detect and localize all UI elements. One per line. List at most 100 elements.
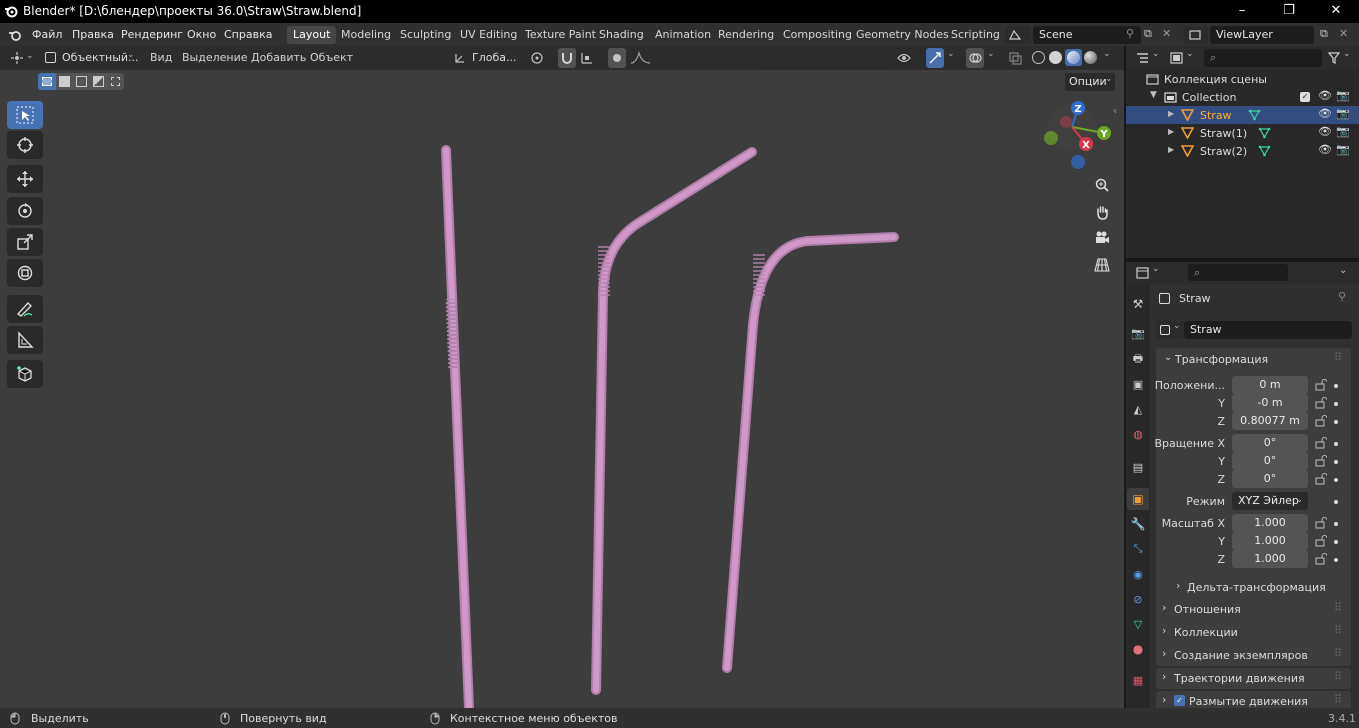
object-browse-button[interactable]: ⌄ — [1156, 321, 1184, 339]
camera-view-button[interactable] — [1090, 226, 1114, 250]
maximize-button[interactable]: ❐ — [1266, 0, 1312, 23]
chevron-down-icon[interactable]: ⌄ — [947, 49, 955, 59]
menu-select[interactable]: Выделение — [182, 51, 248, 64]
new-view-layer-icon[interactable]: ⧉ — [1320, 27, 1328, 41]
relations-panel[interactable]: › Отношения ⠿ — [1156, 599, 1351, 620]
material-preview-active[interactable] — [1065, 49, 1082, 66]
outliner-editor-type-button[interactable]: ⌄ — [1134, 49, 1164, 67]
tab-modifiers[interactable]: 🔧 — [1127, 513, 1149, 535]
scale-z-field[interactable]: 1.000 — [1232, 550, 1308, 568]
tab-tool[interactable]: ⚒ — [1127, 293, 1149, 315]
menu-view[interactable]: Вид — [150, 51, 172, 64]
tab-constraints[interactable]: ⊘ — [1127, 588, 1149, 610]
delete-scene-icon[interactable]: ✕ — [1162, 27, 1171, 40]
rendered-shading-icon[interactable] — [1084, 51, 1097, 64]
chevron-down-icon[interactable]: ⌄ — [1103, 49, 1111, 59]
rotation-z-field[interactable]: 0° — [1232, 470, 1308, 488]
tab-scene[interactable]: ◭ — [1127, 398, 1149, 420]
menu-file[interactable]: Файл — [32, 28, 62, 41]
mesh-data-icon[interactable] — [1248, 109, 1261, 121]
tab-render[interactable]: 📷 — [1127, 322, 1149, 344]
motion-blur-checkbox[interactable]: ✓ — [1174, 695, 1185, 706]
object-mode-dropdown[interactable]: Объектный... ⌄ — [40, 48, 139, 68]
eye-icon[interactable]: 👁 — [1318, 143, 1332, 156]
move-tool[interactable] — [7, 165, 43, 193]
proportional-edit-toggle[interactable] — [608, 48, 626, 68]
tab-modeling[interactable]: Modeling — [335, 26, 397, 44]
transform-orientation-dropdown[interactable]: Глоба... — [452, 48, 522, 68]
straw-object-bent-2[interactable] — [722, 232, 899, 673]
keyframe-dot-icon[interactable] — [1334, 522, 1338, 526]
instancing-panel[interactable]: › Создание экземпляров ⠿ — [1156, 645, 1351, 666]
drag-handle-icon[interactable]: ⠿ — [1334, 693, 1342, 706]
tab-compositing[interactable]: Compositing — [777, 26, 858, 44]
minimize-button[interactable]: – — [1219, 0, 1265, 23]
keyframe-dot-icon[interactable] — [1334, 420, 1338, 424]
transform-panel-title[interactable]: Трансформация — [1175, 353, 1268, 366]
select-box-tool[interactable] — [7, 101, 43, 129]
view-layer-name-field[interactable]: ViewLayer — [1210, 26, 1314, 44]
exclude-checkbox[interactable]: ✓ — [1300, 92, 1310, 102]
keyframe-dot-icon[interactable] — [1334, 500, 1338, 504]
add-cube-tool[interactable] — [7, 360, 43, 388]
select-subtract-button[interactable] — [73, 73, 90, 90]
motion-paths-panel[interactable]: › Траектории движения ⠿ — [1156, 668, 1351, 689]
transform-tool[interactable] — [7, 259, 43, 287]
close-button[interactable]: ✕ — [1313, 0, 1359, 23]
lock-icon[interactable] — [1315, 415, 1328, 427]
rotation-mode-dropdown[interactable]: XYZ Эйлер ⌄ — [1232, 492, 1308, 510]
snap-toggle[interactable] — [558, 48, 576, 68]
tab-layout[interactable]: Layout — [287, 26, 337, 44]
expand-arrow-right-icon[interactable]: ▶ — [1168, 127, 1174, 136]
expand-arrow-right-icon[interactable]: ▶ — [1168, 109, 1174, 118]
collections-panel[interactable]: › Коллекции ⠿ — [1156, 622, 1351, 643]
perspective-toggle-button[interactable] — [1090, 253, 1114, 277]
wireframe-shading-icon[interactable] — [1032, 51, 1045, 64]
menu-object[interactable]: Объект — [310, 51, 353, 64]
chevron-down-icon[interactable]: ⌄ — [1164, 352, 1172, 363]
new-scene-icon[interactable]: ⧉ — [1144, 27, 1152, 41]
overlays-toggle[interactable] — [966, 48, 984, 68]
drag-handle-icon[interactable]: ⠿ — [1334, 601, 1342, 614]
falloff-curve-icon[interactable] — [630, 51, 652, 65]
lock-icon[interactable] — [1315, 379, 1328, 391]
select-invert-button[interactable] — [90, 73, 107, 90]
chevron-right-icon[interactable]: › — [1176, 579, 1180, 592]
navigation-gizmo[interactable]: Z Y X — [1038, 96, 1118, 172]
location-y-field[interactable]: -0 m — [1232, 394, 1308, 412]
outliner-object-row[interactable]: ▶ Straw(1) 👁 📷 — [1126, 124, 1359, 142]
menu-render[interactable]: Рендеринг — [121, 28, 183, 41]
select-extend-button[interactable] — [56, 73, 73, 90]
eye-icon[interactable]: 👁 — [1318, 89, 1332, 102]
lock-icon[interactable] — [1315, 535, 1328, 547]
tab-particles[interactable]: ⤡ — [1127, 538, 1149, 560]
drag-handle-icon[interactable]: ⠿ — [1334, 624, 1342, 637]
lock-icon[interactable] — [1315, 553, 1328, 565]
lock-icon[interactable] — [1315, 455, 1328, 467]
3d-viewport[interactable]: ⌄ Объектный... ⌄ Вид Выделение Добавить … — [0, 46, 1124, 708]
object-name-input[interactable]: Straw — [1184, 321, 1352, 339]
tab-material[interactable]: ● — [1127, 638, 1149, 660]
pin-icon[interactable]: ⚲ — [1338, 290, 1346, 303]
lock-icon[interactable] — [1315, 397, 1328, 409]
scale-tool[interactable] — [7, 228, 43, 256]
lock-icon[interactable] — [1315, 473, 1328, 485]
scene-selector-button[interactable] — [1005, 26, 1031, 44]
tab-data[interactable]: ▽ — [1127, 613, 1149, 635]
menu-help[interactable]: Справка — [224, 28, 272, 41]
tab-scripting[interactable]: Scripting — [945, 26, 1006, 44]
pivot-point-button[interactable] — [528, 48, 552, 68]
keyframe-dot-icon[interactable] — [1334, 540, 1338, 544]
tab-view-layer[interactable]: ▣ — [1127, 373, 1149, 395]
rotation-x-field[interactable]: 0° — [1232, 434, 1308, 452]
tab-texture[interactable]: ▦ — [1127, 669, 1149, 691]
lock-icon[interactable] — [1315, 517, 1328, 529]
outliner-object-row[interactable]: ▶ Straw(2) 👁 📷 — [1126, 142, 1359, 160]
outliner-object-row[interactable]: ▶ Straw 👁 📷 — [1126, 106, 1359, 124]
keyframe-dot-icon[interactable] — [1334, 460, 1338, 464]
cursor-tool[interactable] — [7, 131, 43, 159]
tab-collection[interactable]: ▤ — [1127, 456, 1149, 478]
gizmo-toggle[interactable] — [926, 48, 944, 68]
scale-x-field[interactable]: 1.000 — [1232, 514, 1308, 532]
chevron-down-icon[interactable]: ⌄ — [1339, 265, 1347, 276]
